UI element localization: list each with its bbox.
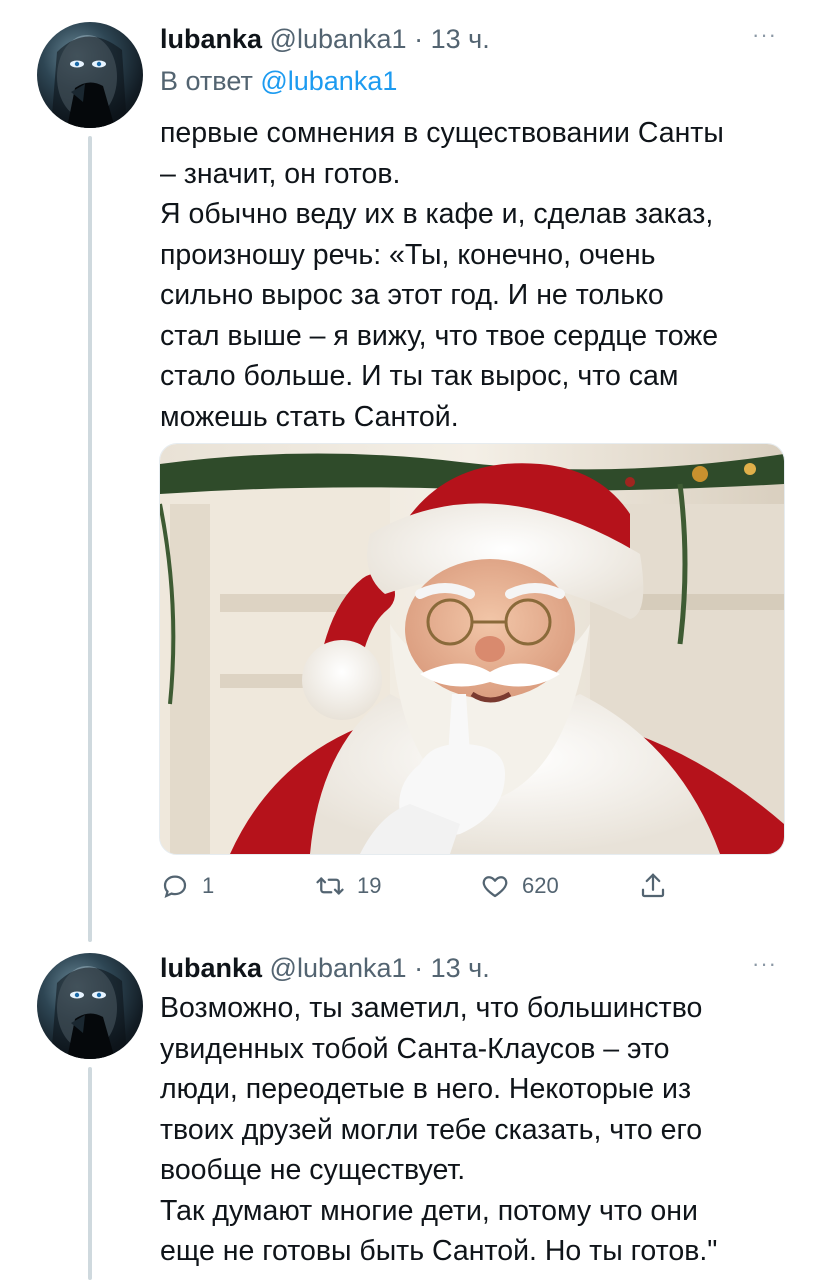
author-name[interactable]: lubanka xyxy=(160,953,262,983)
share-icon xyxy=(641,873,665,898)
tweet-header: lubanka @lubanka1 · 13 ч. xyxy=(160,951,490,985)
tweet-text-line: твоих друзей могли тебе сказать, что его xyxy=(160,1113,703,1146)
tweet-text-line: сильно вырос за этот год. И не только xyxy=(160,279,664,311)
tweet-text: первые сомнения в существовании Санты – … xyxy=(160,113,790,437)
thread-line xyxy=(88,136,92,942)
tweet-text-line: еще не готовы быть Сантой. Но ты готов." xyxy=(160,1235,718,1267)
tweet-text-line: стал выше – я вижу, что твое сердце тоже xyxy=(160,319,719,352)
user-avatar-icon xyxy=(51,966,127,1059)
reply-bubble-icon xyxy=(163,875,187,899)
tweet-time[interactable]: 13 ч. xyxy=(431,953,490,983)
share-button[interactable] xyxy=(638,862,668,910)
tweet-text-line: произношу речь: «Ты, конечно, очень xyxy=(160,238,656,271)
author-handle[interactable]: @lubanka1 xyxy=(270,953,407,983)
author-name[interactable]: lubanka xyxy=(160,24,262,54)
author-handle[interactable]: @lubanka1 xyxy=(270,24,407,54)
tweet-text-line: можешь стать Сантой. xyxy=(160,400,459,433)
reply-prefix: В ответ xyxy=(160,66,253,96)
tweet-text-line: люди, переодетые в него. Некоторые из xyxy=(160,1073,692,1105)
tweet[interactable]: lubanka @lubanka1 · 13 ч. ··· В ответ @l… xyxy=(0,0,821,942)
tweet-text-line: стало больше. И ты так вырос, что сам xyxy=(160,360,679,392)
user-avatar-icon xyxy=(51,35,127,128)
tweet-actions: 1 19 620 xyxy=(160,862,700,910)
reply-to-line: В ответ @lubanka1 xyxy=(160,64,397,98)
more-options-icon[interactable]: ··· xyxy=(752,22,777,48)
avatar[interactable] xyxy=(37,953,143,1059)
more-options-icon[interactable]: ··· xyxy=(752,951,777,977)
tweet-time[interactable]: 13 ч. xyxy=(431,24,490,54)
like-button[interactable]: 620 xyxy=(480,862,559,910)
separator-dot: · xyxy=(414,953,424,983)
santa-claus-photo xyxy=(160,444,784,854)
retweet-count: 19 xyxy=(357,873,382,898)
avatar[interactable] xyxy=(37,22,143,128)
reply-button[interactable]: 1 xyxy=(160,862,214,910)
tweet-text-line: увиденных тобой Санта-Клаусов – это xyxy=(160,1032,670,1065)
retweet-button[interactable]: 19 xyxy=(315,862,381,910)
tweet-header: lubanka @lubanka1 · 13 ч. xyxy=(160,22,490,56)
separator-dot: · xyxy=(414,24,424,54)
retweet-icon xyxy=(316,877,344,895)
tweet-text-line: Возможно, ты заметил, что большинство xyxy=(160,992,703,1024)
reply-count: 1 xyxy=(202,873,215,898)
tweet-text-line: первые сомнения в существовании Санты xyxy=(160,117,724,149)
like-count: 620 xyxy=(522,873,559,898)
tweet-text-line: – значит, он готов. xyxy=(160,157,401,190)
tweet-text-line: Я обычно веду их в кафе и, сделав заказ, xyxy=(160,198,714,230)
reply-mention-link[interactable]: @lubanka1 xyxy=(260,66,397,96)
tweet-text-line: вообще не существует. xyxy=(160,1154,466,1186)
tweet[interactable]: lubanka @lubanka1 · 13 ч. ··· Возможно, … xyxy=(0,935,821,1280)
tweet-media-image[interactable] xyxy=(159,443,785,855)
tweet-text: Возможно, ты заметил, что большинство ув… xyxy=(160,988,790,1272)
heart-icon xyxy=(482,876,508,898)
tweet-text-line: Так думают многие дети, потому что они xyxy=(160,1194,698,1227)
thread-line xyxy=(88,1067,92,1280)
